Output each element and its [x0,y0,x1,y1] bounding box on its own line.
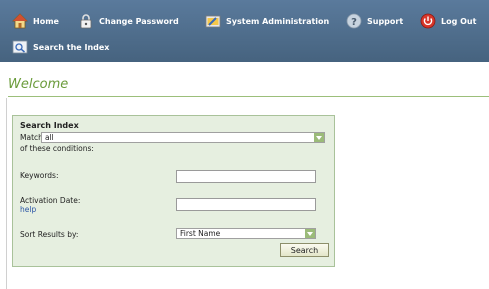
nav-log-out[interactable]: Log Out [420,13,476,29]
nav-home[interactable]: Home [12,13,59,29]
keywords-input[interactable] [176,170,316,183]
nav-system-administration-label: System Administration [226,16,330,26]
search-index-icon [12,39,28,55]
lock-icon [78,13,94,29]
home-icon [12,13,28,29]
sort-select-value: First Name [180,229,221,238]
power-icon [420,13,436,29]
svg-text:?: ? [351,17,357,28]
conditions-label: of these conditions: [20,144,94,153]
activation-date-label: Activation Date: [20,196,81,205]
help-link[interactable]: help [20,205,36,214]
top-navigation-bar: Home Change Password System Administrati… [0,0,489,62]
panel-title: Search Index [20,121,79,130]
nav-support-label: Support [367,16,404,26]
keywords-label: Keywords: [20,171,59,180]
question-icon: ? [346,13,362,29]
nav-change-password[interactable]: Change Password [78,13,179,29]
sort-results-select[interactable]: First Name [176,228,316,239]
nav-home-label: Home [33,16,59,26]
content-left-border [6,98,7,289]
search-button[interactable]: Search [280,243,329,257]
chevron-down-icon[interactable] [314,133,324,142]
activation-date-input[interactable] [176,198,316,211]
sort-results-label: Sort Results by: [20,230,79,239]
page-title: Welcome [8,77,69,92]
nav-system-administration[interactable]: System Administration [205,13,329,29]
nav-search-index[interactable]: Search the Index [12,39,109,55]
match-label: Match [20,133,43,142]
nav-change-password-label: Change Password [99,16,179,26]
chevron-down-icon[interactable] [305,229,315,238]
nav-log-out-label: Log Out [441,16,477,26]
nav-support[interactable]: ? Support [346,13,403,29]
title-divider [8,96,489,97]
match-select[interactable]: all [41,132,325,143]
search-index-panel: Search Index Match all of these conditio… [12,115,335,267]
tools-icon [205,13,221,29]
nav-search-index-label: Search the Index [33,42,110,52]
match-select-value: all [45,133,54,142]
